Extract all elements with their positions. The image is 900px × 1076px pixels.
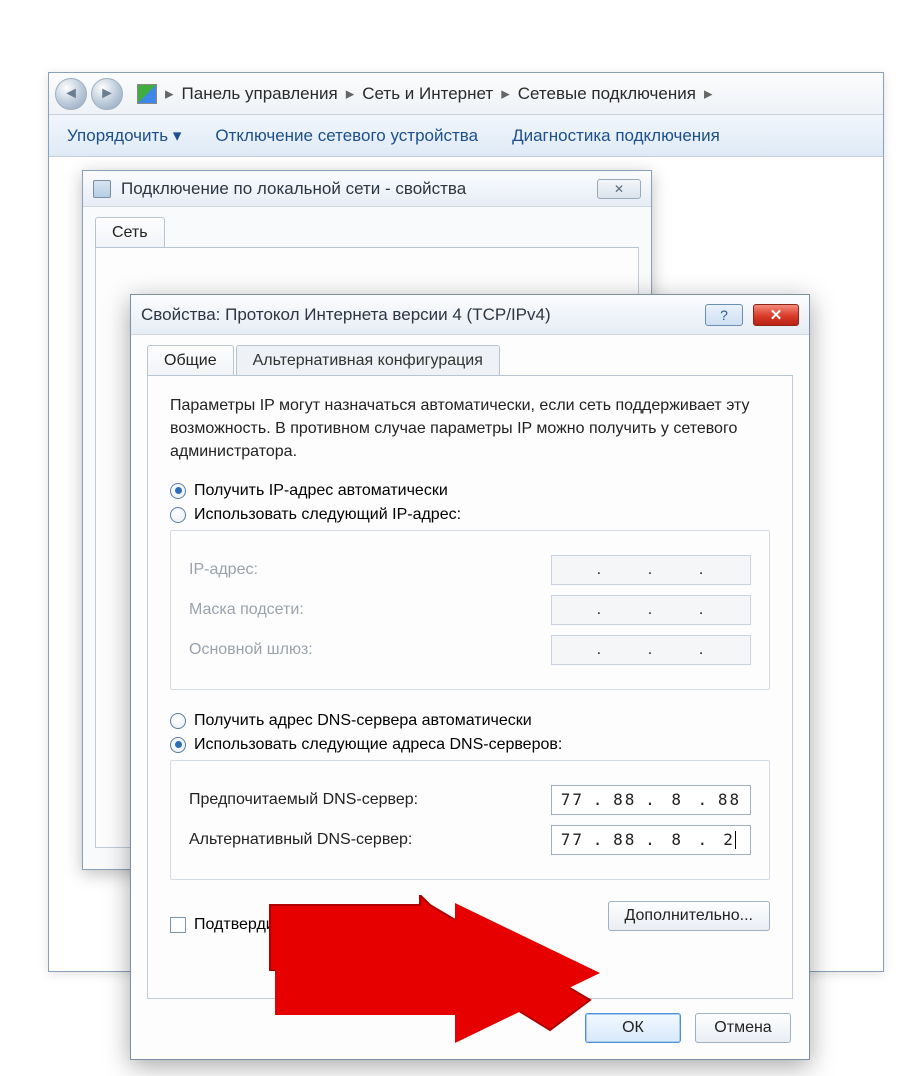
checkbox-label: Подтвердить параметры при выходе	[194, 916, 467, 934]
advanced-button[interactable]: Дополнительно...	[608, 901, 771, 931]
toolbar-disable-device-button[interactable]: Отключение сетевого устройства	[215, 126, 478, 146]
cancel-button[interactable]: Отмена	[695, 1013, 791, 1043]
radio-label: Получить адрес DNS-сервера автоматически	[194, 712, 532, 730]
field-gateway: Основной шлюз: ...	[189, 635, 751, 665]
explorer-navbar: ◄ ► ▸ Панель управления ▸ Сеть и Интерне…	[49, 73, 883, 115]
tab-general[interactable]: Общие	[147, 345, 234, 375]
description-text: Параметры IP могут назначаться автоматич…	[170, 394, 770, 464]
radio-icon	[170, 507, 186, 523]
radio-label: Получить IP-адрес автоматически	[194, 482, 448, 500]
checkbox-icon	[170, 917, 186, 933]
ip-octet: 88	[605, 790, 645, 809]
network-adapter-icon	[93, 180, 111, 198]
field-subnet-mask: Маска подсети: ...	[189, 595, 751, 625]
ip-octet: 88	[710, 790, 750, 809]
breadcrumb: ▸ Панель управления ▸ Сеть и Интернет ▸ …	[137, 84, 712, 104]
radio-icon	[170, 713, 186, 729]
field-label: Основной шлюз:	[189, 641, 313, 659]
dns-group: Предпочитаемый DNS-сервер: 77. 88. 8. 88…	[170, 760, 770, 880]
help-button[interactable]: ?	[705, 304, 743, 326]
ip-octet: 77	[552, 790, 592, 809]
chevron-right-icon: ▸	[165, 84, 174, 104]
field-ip-address: IP-адрес: ...	[189, 555, 751, 585]
field-dns-alternate: Альтернативный DNS-сервер: 77. 88. 8. 2	[189, 825, 751, 855]
toolbar-organize-button[interactable]: Упорядочить ▾	[67, 126, 181, 146]
tab-network[interactable]: Сеть	[95, 217, 165, 247]
ipv4-properties-dialog: Свойства: Протокол Интернета версии 4 (T…	[130, 294, 810, 1060]
dialog-titlebar[interactable]: Свойства: Протокол Интернета версии 4 (T…	[131, 295, 809, 335]
explorer-toolbar: Упорядочить ▾ Отключение сетевого устрой…	[49, 115, 883, 157]
tab-content-general: Параметры IP могут назначаться автоматич…	[147, 376, 793, 999]
ip-octet: 8	[657, 790, 697, 809]
ip-octet: 2	[710, 830, 750, 850]
breadcrumb-item[interactable]: Панель управления	[182, 84, 338, 104]
chevron-right-icon: ▸	[346, 84, 355, 104]
dns-alternate-input[interactable]: 77. 88. 8. 2	[551, 825, 751, 855]
text-cursor	[735, 831, 736, 849]
radio-icon	[170, 737, 186, 753]
ip-octet: 88	[605, 830, 645, 849]
radio-dns-manual[interactable]: Использовать следующие адреса DNS-сервер…	[170, 736, 770, 754]
nav-back-button[interactable]: ◄	[55, 78, 87, 110]
ip-group: IP-адрес: ... Маска подсети: ... Основно…	[170, 530, 770, 690]
radio-label: Использовать следующий IP-адрес:	[194, 506, 461, 524]
chevron-right-icon: ▸	[704, 84, 713, 104]
subnet-mask-input: ...	[551, 595, 751, 625]
control-panel-icon	[137, 84, 157, 104]
radio-dns-auto[interactable]: Получить адрес DNS-сервера автоматически	[170, 712, 770, 730]
ip-octet: 8	[657, 830, 697, 849]
tabstrip: Общие Альтернативная конфигурация	[147, 345, 793, 376]
radio-label: Использовать следующие адреса DNS-сервер…	[194, 736, 562, 754]
close-button[interactable]: ✕	[753, 304, 799, 326]
breadcrumb-item[interactable]: Сеть и Интернет	[362, 84, 493, 104]
dialog-title-text: Подключение по локальной сети - свойства	[121, 179, 466, 199]
ok-button[interactable]: ОК	[585, 1013, 681, 1043]
close-button[interactable]: ✕	[597, 179, 641, 199]
dns-preferred-input[interactable]: 77. 88. 8. 88	[551, 785, 751, 815]
breadcrumb-item[interactable]: Сетевые подключения	[518, 84, 696, 104]
toolbar-diagnose-button[interactable]: Диагностика подключения	[512, 126, 720, 146]
dialog-titlebar[interactable]: Подключение по локальной сети - свойства…	[83, 171, 651, 207]
dialog-title-text: Свойства: Протокол Интернета версии 4 (T…	[141, 305, 551, 325]
checkbox-validate-on-exit[interactable]: Подтвердить параметры при выходе	[170, 916, 467, 934]
dialog-button-row: ОК Отмена	[147, 999, 793, 1045]
radio-ip-manual[interactable]: Использовать следующий IP-адрес:	[170, 506, 770, 524]
field-label: IP-адрес:	[189, 561, 258, 579]
ip-octet: 77	[552, 830, 592, 849]
field-label: Альтернативный DNS-сервер:	[189, 831, 412, 849]
nav-forward-button[interactable]: ►	[91, 78, 123, 110]
field-label: Предпочитаемый DNS-сервер:	[189, 791, 418, 809]
tabstrip: Сеть	[95, 217, 639, 248]
ip-address-input: ...	[551, 555, 751, 585]
tab-alt-config[interactable]: Альтернативная конфигурация	[236, 345, 500, 375]
field-dns-preferred: Предпочитаемый DNS-сервер: 77. 88. 8. 88	[189, 785, 751, 815]
field-label: Маска подсети:	[189, 601, 304, 619]
radio-icon	[170, 483, 186, 499]
chevron-right-icon: ▸	[501, 84, 510, 104]
radio-ip-auto[interactable]: Получить IP-адрес автоматически	[170, 482, 770, 500]
gateway-input: ...	[551, 635, 751, 665]
